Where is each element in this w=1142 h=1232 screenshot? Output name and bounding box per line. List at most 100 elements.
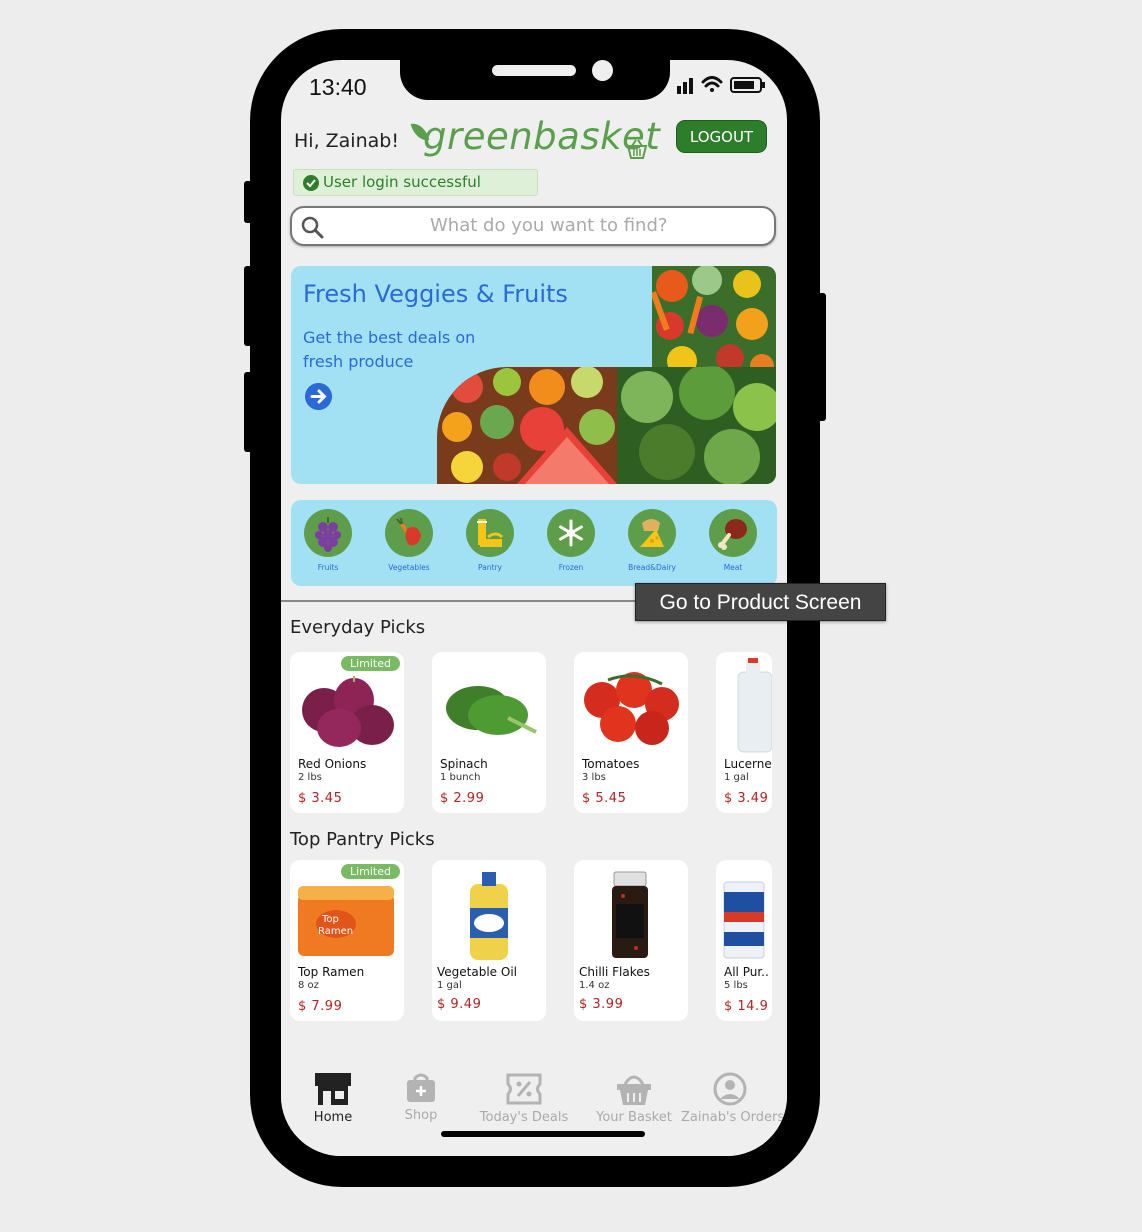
search-icon xyxy=(301,216,324,239)
banner-subtitle: Get the best deals on fresh produce xyxy=(303,328,476,371)
tab-shop[interactable]: Shop xyxy=(401,1072,441,1123)
top-ramen-image: TopRamen xyxy=(298,886,394,956)
tab-todays-deals[interactable]: Today's Deals xyxy=(479,1072,569,1125)
vegetable-oil-image xyxy=(470,872,508,960)
shopping-bag-icon xyxy=(407,1073,435,1102)
carrot-pepper-icon xyxy=(396,517,421,547)
product-price: $ 5.45 xyxy=(582,791,627,806)
category-vegetables[interactable]: Vegetables xyxy=(378,509,440,572)
logo: greenbasket xyxy=(423,115,661,158)
banner-title: Fresh Veggies & Fruits xyxy=(303,280,568,308)
category-bread-dairy[interactable]: Bread&Dairy xyxy=(621,509,683,572)
product-qty: 1 gal xyxy=(437,980,462,991)
product-screen-tooltip: Go to Product Screen xyxy=(635,583,886,621)
product-qty: 5 lbs xyxy=(724,980,748,991)
toast-text: User login successful xyxy=(323,173,481,191)
product-card[interactable]: Chilli Flakes 1.4 oz $ 3.99 xyxy=(574,860,688,1021)
login-toast: User login successful xyxy=(293,169,538,196)
limited-badge: Limited xyxy=(340,864,400,879)
category-fruits[interactable]: Fruits xyxy=(297,509,359,572)
store-icon xyxy=(315,1073,351,1105)
category-pantry[interactable]: Pantry xyxy=(459,509,521,572)
product-price: $ 3.45 xyxy=(298,791,343,806)
product-card[interactable]: Lucerne 1 gal $ 3.49 xyxy=(716,652,772,813)
snowflake-icon xyxy=(559,519,583,547)
product-name: Tomatoes xyxy=(582,757,640,771)
product-card[interactable]: Limited Top Ramen Top Ramen 8 oz $ 7.99 xyxy=(290,860,404,1021)
tab-label: Shop xyxy=(404,1108,438,1123)
product-name: Vegetable Oil xyxy=(437,965,517,979)
category-label: Frozen xyxy=(558,563,584,572)
top-pantry-picks-title: Top Pantry Picks xyxy=(290,829,435,850)
basket-icon xyxy=(617,1075,651,1105)
product-name: Spinach xyxy=(440,757,488,771)
arrow-right-icon[interactable] xyxy=(305,383,332,410)
product-qty: 2 lbs xyxy=(298,772,322,783)
mute-switch xyxy=(244,181,252,223)
notch xyxy=(400,60,670,100)
milk-jug-image xyxy=(737,658,772,753)
product-qty: 1 gal xyxy=(724,772,749,783)
chilli-flakes-image xyxy=(612,871,648,958)
cheese-bread-icon xyxy=(640,519,664,547)
product-price: $ 7.99 xyxy=(298,999,343,1014)
product-price: $ 2.99 xyxy=(440,791,485,806)
greeting: Hi, Zainab! xyxy=(294,130,399,152)
category-label: Fruits xyxy=(317,563,339,572)
fruits-image xyxy=(437,367,622,484)
product-qty: 1 bunch xyxy=(440,772,481,783)
product-card[interactable]: Limited Red Onions 2 lbs $ 3.45 xyxy=(290,652,404,813)
pantry-icon xyxy=(477,519,504,547)
category-meat[interactable]: Meat xyxy=(702,509,764,572)
product-name: Lucerne xyxy=(724,757,772,771)
search-input[interactable]: What do you want to find? xyxy=(430,215,667,236)
product-card[interactable]: Vegetable Oil 1 gal $ 9.49 xyxy=(432,860,546,1021)
status-time: 13:40 xyxy=(309,74,367,100)
spinach-image xyxy=(446,686,537,735)
everyday-picks-title: Everyday Picks xyxy=(290,617,426,638)
red-onions-image xyxy=(302,676,394,747)
flour-bag-image xyxy=(723,881,765,959)
logo-basket-icon xyxy=(626,139,648,159)
promo-banner[interactable]: Fresh Veggies & Fruits Get the best deal… xyxy=(291,266,776,484)
search-bar[interactable]: What do you want to find? xyxy=(290,206,776,246)
signal-icon xyxy=(677,78,693,94)
product-price: $ 14.9 xyxy=(724,999,769,1014)
tab-your-basket[interactable]: Your Basket xyxy=(594,1072,674,1125)
tab-label: Home xyxy=(313,1110,353,1125)
speaker xyxy=(492,65,576,76)
tab-label: Your Basket xyxy=(596,1110,672,1125)
tomatoes-image xyxy=(584,672,679,745)
product-name: Chilli Flakes xyxy=(579,965,650,979)
product-name: All Pur.. xyxy=(724,965,769,979)
user-circle-icon xyxy=(713,1072,747,1106)
home-indicator[interactable] xyxy=(441,1131,645,1137)
check-circle-icon xyxy=(303,175,319,191)
leafy-greens-image xyxy=(617,367,776,484)
category-frozen[interactable]: Frozen xyxy=(540,509,602,572)
category-label: Pantry xyxy=(478,563,502,572)
product-name: Red Onions xyxy=(298,757,367,771)
tab-label: Zainab's Orders xyxy=(681,1110,785,1125)
bottom-tab-bar: Home Shop Today's Deals Your Basket Zain… xyxy=(281,1040,787,1156)
tab-home[interactable]: Home xyxy=(312,1072,354,1125)
product-card[interactable]: Spinach 1 bunch $ 2.99 xyxy=(432,652,546,813)
product-card[interactable]: All Pur.. 5 lbs $ 14.9 xyxy=(716,860,772,1021)
tab-zainabs-orders[interactable]: Zainab's Orders xyxy=(681,1072,785,1125)
category-label: Meat xyxy=(723,563,743,572)
product-card[interactable]: Tomatoes 3 lbs $ 5.45 xyxy=(574,652,688,813)
status-icons xyxy=(677,76,765,94)
product-price: $ 9.49 xyxy=(437,997,482,1012)
category-label: Vegetables xyxy=(388,563,430,572)
camera xyxy=(592,60,613,81)
percent-ticket-icon xyxy=(506,1073,542,1105)
product-name: Top Ramen xyxy=(298,965,365,979)
category-bar: Fruits Vegetables Pantry Frozen Bread&Da… xyxy=(291,500,777,586)
limited-badge: Limited xyxy=(340,656,400,671)
product-qty: 1.4 oz xyxy=(579,980,610,991)
grapes-icon xyxy=(315,517,341,552)
volume-down-button xyxy=(244,372,252,452)
volume-up-button xyxy=(244,266,252,346)
category-label: Bread&Dairy xyxy=(628,563,676,572)
logout-button[interactable]: LOGOUT xyxy=(676,120,767,153)
